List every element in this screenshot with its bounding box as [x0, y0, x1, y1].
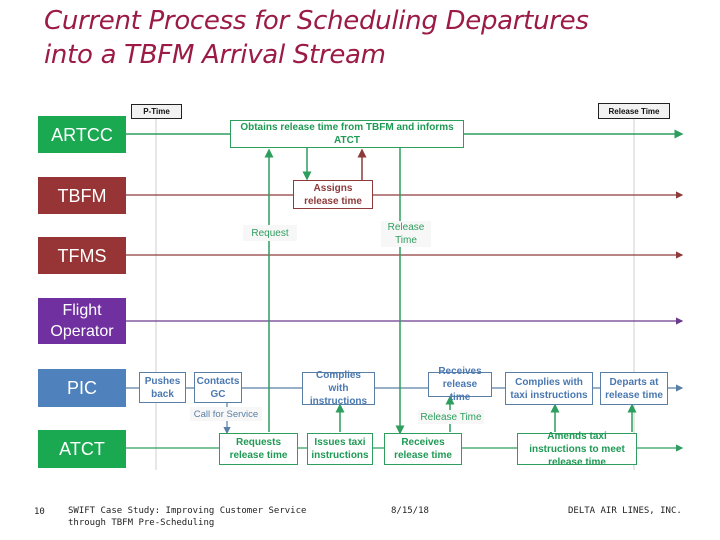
- requests-release-time-box: Requests release time: [219, 433, 298, 465]
- footer-case-study-line-1: SWIFT Case Study: Improving Customer Ser…: [68, 506, 307, 516]
- pushes-back-box: Pushes back: [139, 372, 186, 403]
- lane-label-artcc: ARTCC: [38, 116, 126, 153]
- lane-label-tbfm: TBFM: [38, 177, 126, 214]
- amends-taxi-instructions-box: Amends taxi instructions to meet release…: [517, 431, 637, 468]
- lane-label-pic: PIC: [38, 369, 126, 407]
- footer-case-study: SWIFT Case Study: Improving Customer Ser…: [68, 505, 348, 529]
- departs-at-release-time-box: Departs at release time: [600, 372, 668, 405]
- release-time-marker: Release Time: [598, 103, 670, 119]
- call-for-service-note: Call for Service: [190, 407, 262, 421]
- footer-date: 8/15/18: [391, 506, 429, 516]
- release-time-lower-note: Release Time: [418, 410, 484, 424]
- footer-company: DELTA AIR LINES, INC.: [568, 506, 682, 516]
- contacts-gc-box: Contacts GC: [194, 372, 242, 403]
- lane-label-tfms: TFMS: [38, 237, 126, 274]
- request-note: Request: [243, 225, 297, 241]
- complies-with-taxi-instructions-box: Complies with taxi instructions: [505, 372, 593, 405]
- release-time-upper-note: Release Time: [381, 221, 431, 247]
- issues-taxi-instructions-box: Issues taxi instructions: [307, 433, 373, 465]
- lane-label-atct: ATCT: [38, 430, 126, 468]
- lane-label-flight-operator: Flight Operator: [38, 298, 126, 344]
- receives-release-time-atct-box: Receives release time: [384, 433, 462, 465]
- receives-release-time-pic-box: Receives release time: [428, 366, 492, 403]
- assigns-release-time-box: Assigns release time: [293, 180, 373, 209]
- page-number: 10: [34, 507, 45, 517]
- footer-case-study-line-2: through TBFM Pre-Scheduling: [68, 518, 215, 528]
- complies-with-instructions-box: Complies with instructions: [302, 370, 375, 407]
- obtains-release-time-box: Obtains release time from TBFM and infor…: [230, 120, 464, 148]
- p-time-marker: P-Time: [131, 104, 182, 119]
